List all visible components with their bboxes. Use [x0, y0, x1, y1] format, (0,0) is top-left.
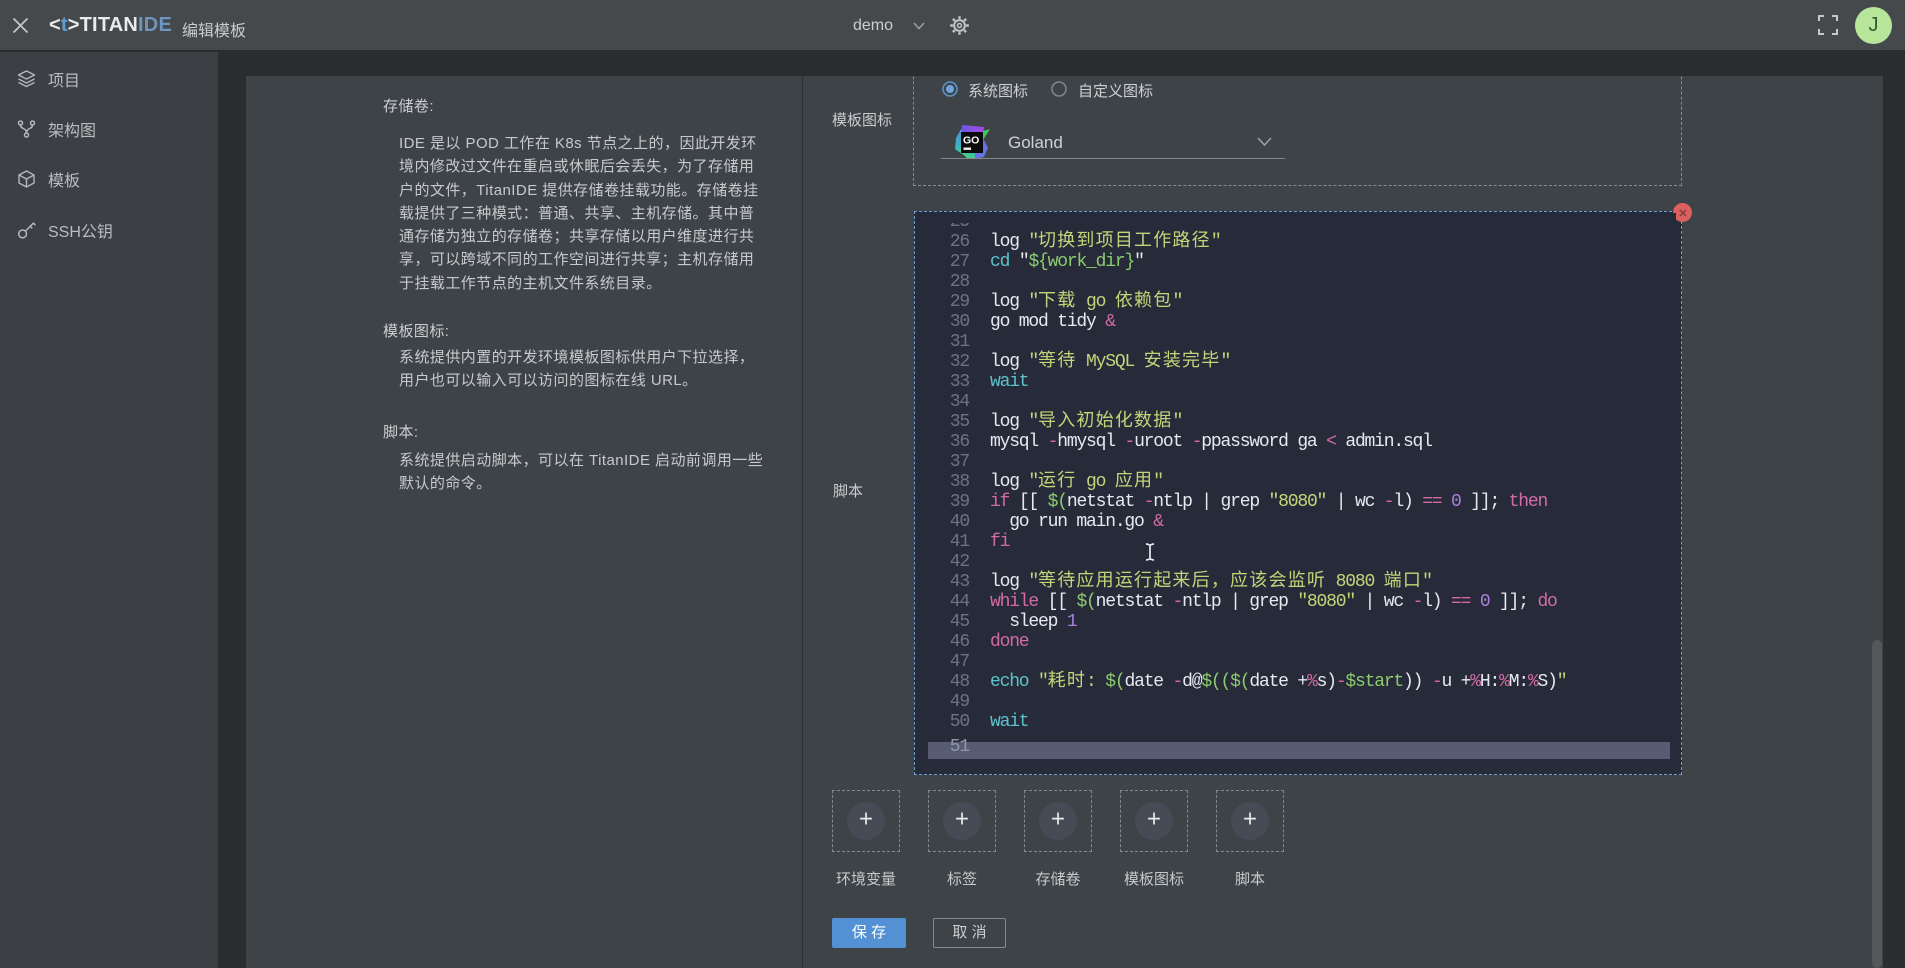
svg-text:GO: GO [963, 135, 979, 147]
